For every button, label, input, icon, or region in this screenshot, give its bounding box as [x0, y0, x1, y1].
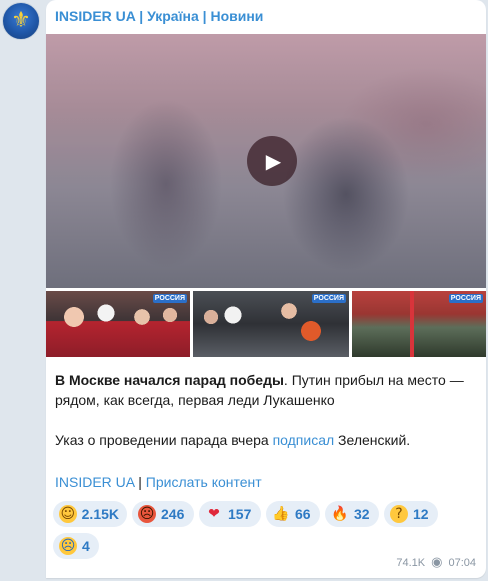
message-text: В Москве начался парад победы. Путин при… — [55, 370, 475, 450]
play-icon[interactable]: ▶ — [247, 136, 297, 186]
message-time: 07:04 — [448, 556, 476, 569]
channel-avatar[interactable]: ⚜ — [2, 2, 40, 40]
reaction-count: 66 — [295, 506, 311, 522]
message-line2-after: Зеленский. — [334, 432, 411, 448]
channel-link[interactable]: INSIDER UA — [55, 474, 134, 490]
fire-emoji-icon: 🔥 — [331, 506, 349, 522]
album-photo-2[interactable]: РОССИЯ — [193, 291, 349, 357]
footer-links: INSIDER UA | Прислать контент — [55, 474, 262, 490]
reaction-heart[interactable]: ❤ 157 — [199, 501, 261, 527]
video-preview[interactable]: ▶ — [46, 34, 486, 288]
reaction-count: 157 — [228, 506, 252, 522]
reaction-count: 2.15K — [81, 506, 119, 522]
reaction-count: 246 — [161, 506, 185, 522]
message-bold-lead: В Москве начался парад победы — [55, 372, 284, 388]
reaction-crying[interactable]: ☹ 4 — [53, 533, 99, 559]
message-paragraph-1: В Москве начался парад победы. Путин при… — [55, 370, 475, 410]
photo-album: РОССИЯ РОССИЯ РОССИЯ — [46, 291, 486, 359]
reaction-laugh[interactable]: ☺ 2.15K — [53, 501, 127, 527]
reaction-count: 12 — [413, 506, 429, 522]
album-photo-3[interactable]: РОССИЯ — [352, 291, 486, 357]
channel-name[interactable]: INSIDER UA | Україна | Новини — [55, 8, 263, 24]
heart-emoji-icon: ❤ — [208, 506, 220, 522]
message-line2-before: Указ о проведении парада вчера — [55, 432, 273, 448]
eye-icon: ◉ — [431, 555, 443, 570]
view-count: 74.1K — [396, 556, 426, 569]
album-photo-1[interactable]: РОССИЯ — [46, 291, 190, 357]
message-bubble: INSIDER UA | Україна | Новини ▶ РОССИЯ Р… — [46, 0, 486, 578]
message-meta: 74.1K ◉ 07:04 — [396, 555, 476, 570]
laughing-emoji-icon: ☺ — [59, 505, 77, 523]
send-content-link[interactable]: Прислать контент — [146, 474, 262, 490]
reaction-angry[interactable]: ☹ 246 — [132, 501, 194, 527]
reaction-fire[interactable]: 🔥 32 — [325, 501, 379, 527]
signed-link[interactable]: подписал — [273, 432, 335, 448]
reaction-thinking[interactable]: ? 12 — [384, 501, 438, 527]
footer-separator: | — [134, 474, 146, 490]
reaction-count: 32 — [354, 506, 370, 522]
trident-icon: ⚜ — [11, 8, 31, 33]
message-paragraph-2: Указ о проведении парада вчера подписал … — [55, 430, 475, 450]
tv-logo: РОССИЯ — [448, 294, 483, 303]
thinking-emoji-icon: ? — [390, 505, 408, 523]
tv-logo: РОССИЯ — [311, 294, 346, 303]
crying-emoji-icon: ☹ — [59, 537, 77, 555]
angry-emoji-icon: ☹ — [138, 505, 156, 523]
reaction-count: 4 — [82, 538, 90, 554]
tv-logo: РОССИЯ — [152, 294, 187, 303]
thumbs-up-emoji-icon: 👍 — [272, 506, 290, 522]
reaction-thumbs-up[interactable]: 👍 66 — [266, 501, 320, 527]
